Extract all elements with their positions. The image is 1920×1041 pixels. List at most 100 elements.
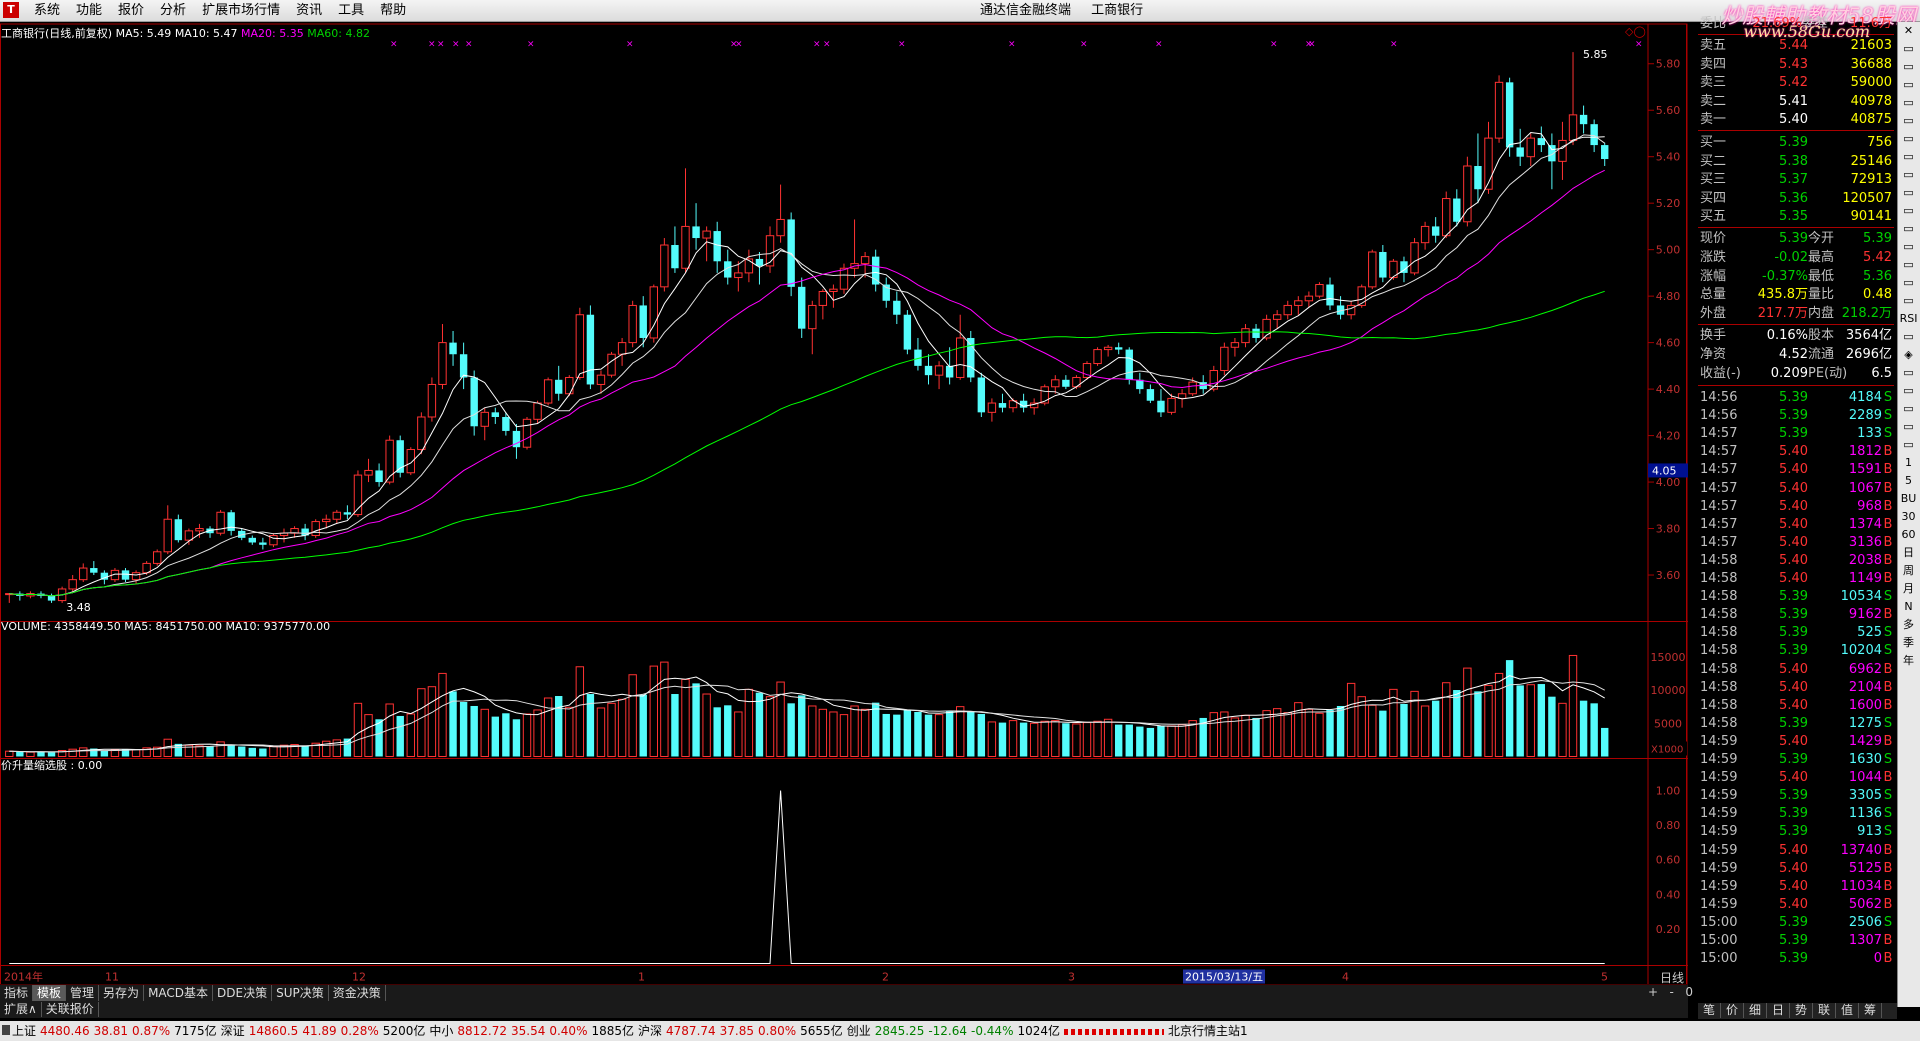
kline-chart[interactable]: × × × × × × × ×× × × × × × × × ×× × ×5.805.605.405.205.00… [0,22,1688,987]
indicator-tab[interactable]: 指标 [0,985,34,1001]
toolbar-button[interactable]: 多 [1898,616,1919,634]
volume-bar [5,750,14,758]
toolbar-button[interactable]: ▭ [1898,58,1919,76]
indicator-tab[interactable]: 管理 [66,985,100,1001]
toolbar-button[interactable]: BU [1898,490,1919,508]
start-icon[interactable] [2,1025,10,1035]
menu-item[interactable]: 扩展市场行情 [194,2,288,19]
candle [332,509,342,524]
toolbar-button[interactable]: ▭ [1898,130,1919,148]
quote-tab[interactable]: 势 [1790,1003,1813,1018]
x-axis-label: 2 [882,971,889,984]
menu-item[interactable]: 工具 [330,2,372,19]
toolbar-button[interactable]: ▭ [1898,148,1919,166]
candle [543,377,553,406]
tick-side: B [1883,896,1893,912]
volume-bar [417,688,426,758]
toolbar-button[interactable]: ▭ [1898,364,1919,382]
extension-tab[interactable]: 扩展∧ [0,1002,42,1017]
menu-item[interactable]: 资讯 [288,2,330,19]
tick-side: S [1883,715,1893,731]
toolbar-button[interactable]: ▭ [1898,76,1919,94]
tick-price: 5.40 [1779,770,1808,786]
index-name[interactable]: 深证 [221,1024,245,1038]
quote-row: 14:59 5.40 1429 B [1698,733,1894,751]
chart-corner-icons[interactable]: ◇◯ [1625,25,1646,38]
quote-tab[interactable]: 筹 [1859,1003,1882,1018]
toolbar-button[interactable]: 年 [1898,652,1919,670]
quote-tab[interactable]: 值 [1836,1003,1859,1018]
toolbar-button[interactable]: N [1898,598,1919,616]
indicator-tab[interactable]: 资金决策 [329,985,386,1001]
toolbar-button[interactable]: 60 [1898,526,1919,544]
toolbar-button[interactable]: 月 [1898,580,1919,598]
indicator-tab[interactable]: MACD基本 [144,985,214,1001]
toolbar-button[interactable]: RSI [1898,310,1919,328]
period-label[interactable]: 日线 [1660,969,1684,986]
toolbar-button[interactable]: ▭ [1898,40,1919,58]
tick-volume: 5062 [1848,896,1882,912]
toolbar-button[interactable]: ✕ [1898,22,1919,40]
toolbar-button[interactable]: ▭ [1898,220,1919,238]
toolbar-button[interactable]: ▭ [1898,418,1919,436]
indicator-tab[interactable]: 模板 [33,985,67,1001]
ask-label: 卖三 [1700,75,1727,90]
tick-price: 5.40 [1779,534,1808,550]
menu-item[interactable]: 帮助 [372,2,414,19]
index-name[interactable]: 上证 [12,1024,36,1038]
candle [375,463,383,487]
toolbar-button[interactable]: ▭ [1898,292,1919,310]
quote-row: 卖二 5.41 40978 [1698,93,1894,111]
quote-tab[interactable]: 联 [1813,1003,1836,1018]
menu-item[interactable]: 系统 [26,2,68,19]
index-name[interactable]: 沪深 [638,1024,662,1038]
candle [818,289,828,320]
toolbar-button[interactable]: 日 [1898,544,1919,562]
toolbar-button[interactable]: ▭ [1898,400,1919,418]
toolbar-button[interactable]: ▭ [1898,328,1919,346]
quote-tab[interactable]: 价 [1721,1003,1744,1018]
index-percent: 0.87% [132,1024,171,1038]
quote-tab[interactable]: 细 [1744,1003,1767,1018]
toolbar-button[interactable]: 周 [1898,562,1919,580]
toolbar-button[interactable]: 5 [1898,472,1919,490]
extension-tab[interactable]: 关联报价 [42,1002,99,1017]
toolbar-button[interactable]: ▭ [1898,256,1919,274]
toolbar-button[interactable]: ▭ [1898,184,1919,202]
candle [850,219,859,278]
tick-price: 5.40 [1779,896,1808,912]
indicator-tab[interactable]: SUP决策 [272,985,329,1001]
toolbar-button[interactable]: ◈ [1898,346,1919,364]
toolbar-button[interactable]: ▭ [1898,382,1919,400]
volume-bars [5,654,1609,758]
toolbar-button[interactable]: ▭ [1898,94,1919,112]
toolbar-button[interactable]: ▭ [1898,202,1919,220]
toolbar-button[interactable]: ▭ [1898,112,1919,130]
index-name[interactable]: 中小 [429,1024,453,1038]
menu-item[interactable]: 分析 [152,2,194,19]
price-tick-label: 3.80 [1656,523,1681,536]
volume-bar [1601,727,1609,757]
zoom-out-button[interactable]: - [1670,985,1674,999]
toolbar-button[interactable]: ▭ [1898,436,1919,454]
menu-item[interactable]: 功能 [68,2,110,19]
index-name[interactable]: 创业 [847,1024,871,1038]
toolbar-button[interactable]: ▭ [1898,238,1919,256]
toolbar-button[interactable]: 1 [1898,454,1919,472]
zoom-reset-button[interactable]: 0 [1685,985,1693,999]
indicator-tab[interactable]: DDE决策 [213,985,273,1001]
tick-time: 14:58 [1700,643,1738,659]
index-change: 38.81 [93,1024,128,1038]
toolbar-button[interactable]: 季 [1898,634,1919,652]
toolbar-button[interactable]: 30 [1898,508,1919,526]
candle [47,593,56,603]
volume-bar [301,745,309,757]
menu-item[interactable]: 报价 [110,2,152,19]
tick-price: 5.39 [1779,951,1808,967]
toolbar-button[interactable]: ▭ [1898,166,1919,184]
indicator-tab[interactable]: 另存为 [99,985,145,1001]
quote-tab[interactable]: 日 [1767,1003,1790,1018]
toolbar-button[interactable]: ▭ [1898,274,1919,292]
zoom-in-button[interactable]: + [1648,985,1658,999]
quote-tab[interactable]: 笔 [1698,1003,1721,1018]
